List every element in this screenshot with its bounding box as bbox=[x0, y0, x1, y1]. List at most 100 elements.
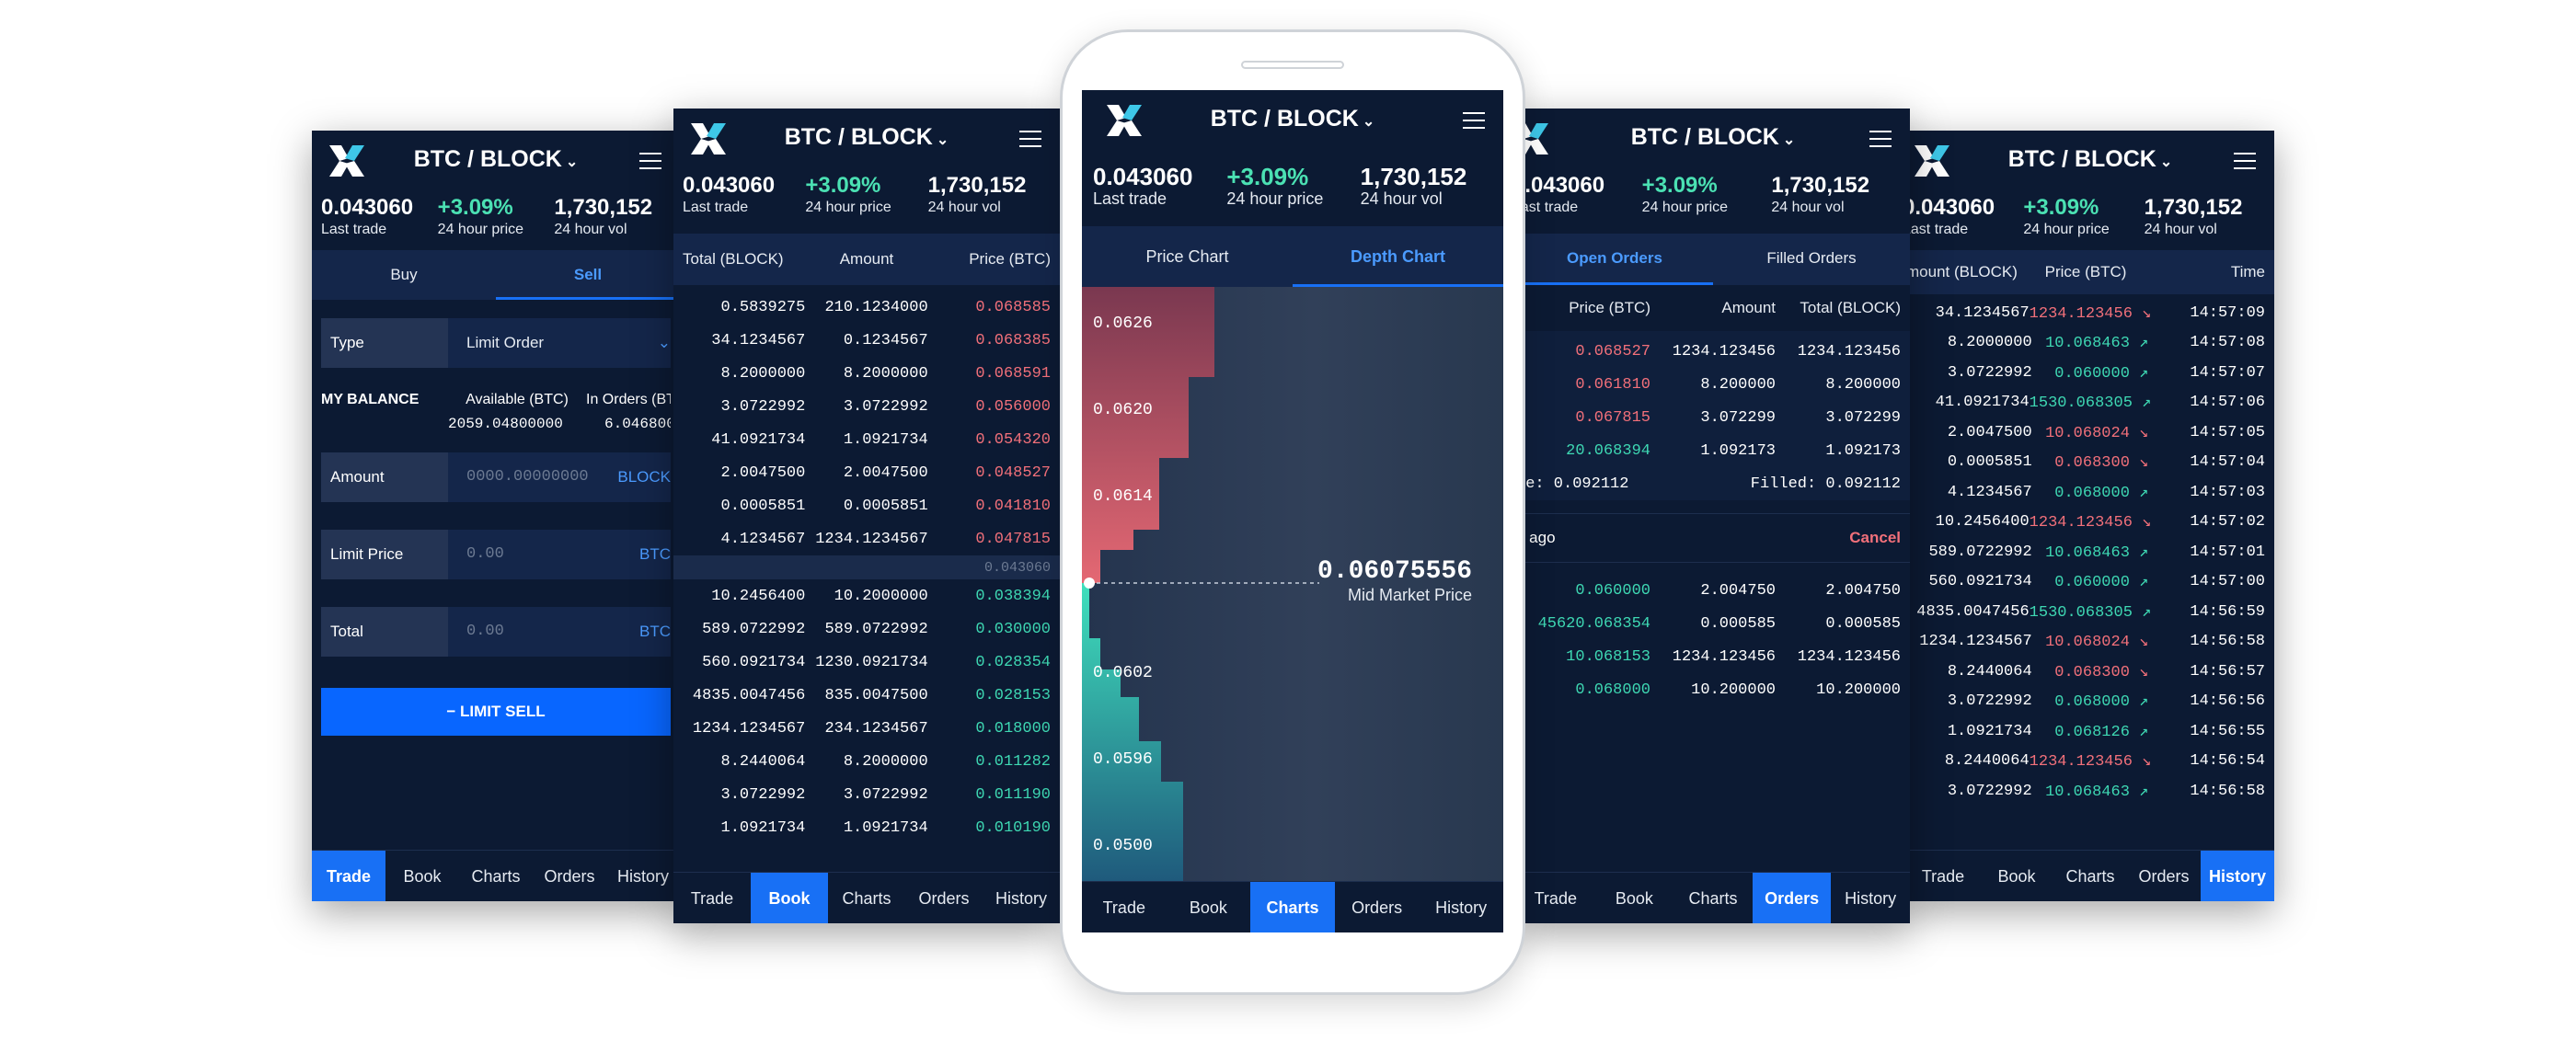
pair-label: BTC / BLOCK bbox=[413, 146, 562, 172]
history-row: 1.0921734 0.068126 ↗ 14:56:55 bbox=[1906, 716, 2274, 747]
fill-row-cell: 10.200000 bbox=[1691, 681, 1776, 699]
nav-book[interactable]: Book bbox=[1595, 873, 1674, 923]
pair-selector[interactable]: BTC / BLOCK ⌄ bbox=[312, 131, 680, 193]
nav-orders[interactable]: Orders bbox=[1752, 873, 1832, 923]
nav-history[interactable]: History bbox=[1831, 873, 1910, 923]
stats-bar: 0.043060 Last trade +3.09% 24 hour price 1… bbox=[1082, 151, 1503, 224]
nav-trade[interactable]: Trade bbox=[1516, 873, 1595, 923]
nav-charts[interactable]: Charts bbox=[828, 873, 905, 923]
fill-row-cell: 0.000585 bbox=[1825, 614, 1901, 633]
history-row-cell: 14:56:59 bbox=[2190, 602, 2265, 621]
nav-book[interactable]: Book bbox=[751, 873, 828, 923]
bids-list: 10.2456400 10.2000000 0.038394 589.0722992 5… bbox=[673, 579, 1060, 844]
nav-orders[interactable]: Orders bbox=[905, 873, 983, 923]
nav-trade[interactable]: Trade bbox=[1082, 882, 1167, 932]
history-row-cell: 14:57:05 bbox=[2190, 423, 2266, 441]
tab-price-chart[interactable]: Price Chart bbox=[1082, 226, 1293, 287]
balance-row: MY BALANCE Available (BTC) In Orders (BT… bbox=[321, 392, 671, 408]
nav-history[interactable]: History bbox=[1419, 882, 1503, 932]
history-row-cell: 14:56:54 bbox=[2190, 752, 2265, 771]
open-order-row-cell: 3.072299 bbox=[1825, 408, 1901, 427]
history-row-cell: 14:57:00 bbox=[2190, 573, 2266, 591]
open-order-row-cell: 3.072299 bbox=[1700, 408, 1776, 427]
open-order-row-cell: 1.092173 bbox=[1825, 441, 1901, 460]
nav-history[interactable]: History bbox=[2201, 851, 2274, 901]
ask-row-cell: 0.048527 bbox=[975, 463, 1051, 482]
history-row-cell: 589.0722992 bbox=[1928, 543, 2032, 561]
nav-history[interactable]: History bbox=[983, 873, 1060, 923]
nav-charts[interactable]: Charts bbox=[2053, 851, 2127, 901]
nav-charts[interactable]: Charts bbox=[1673, 873, 1753, 923]
history-row: 3.0722992 10.068463 ↗ 14:56:58 bbox=[1906, 776, 2274, 806]
history-row-cell: 14:56:58 bbox=[2190, 782, 2266, 800]
nav-history[interactable]: History bbox=[606, 851, 680, 901]
last-trade-value: 0.043060 bbox=[1093, 163, 1193, 190]
col-amount: Amount bbox=[839, 250, 894, 268]
nav-orders[interactable]: Orders bbox=[2127, 851, 2201, 901]
order-type-select[interactable]: Limit Order ⌄ bbox=[448, 318, 671, 368]
nav-charts[interactable]: Charts bbox=[459, 851, 533, 901]
pair-selector[interactable]: BTC / BLOCK ⌄ bbox=[1906, 131, 2274, 193]
nav-charts[interactable]: Charts bbox=[1250, 882, 1335, 932]
pair-selector[interactable]: BTC / BLOCK ⌄ bbox=[673, 109, 1060, 171]
history-row-cell: 1234.123456 ↘ bbox=[2029, 514, 2152, 532]
nav-orders[interactable]: Orders bbox=[1335, 882, 1420, 932]
ask-row-cell: 0.0005851 bbox=[720, 497, 806, 515]
hamburger-menu-icon[interactable] bbox=[1869, 131, 1892, 147]
pair-selector[interactable]: BTC / BLOCK ⌄ bbox=[1516, 109, 1910, 171]
total-row: Total 0.00 BTC bbox=[321, 607, 671, 657]
hamburger-menu-icon[interactable] bbox=[1463, 112, 1485, 129]
bid-row-cell: 234.1234567 bbox=[824, 719, 928, 738]
history-row-cell: 10.068463 ↗ bbox=[2045, 335, 2149, 353]
open-order-row-cell: 0.067815 bbox=[1575, 408, 1650, 427]
bid-row-cell: 1234.1234567 bbox=[692, 719, 806, 738]
chevron-down-icon: ⌄ bbox=[936, 132, 949, 148]
nav-trade[interactable]: Trade bbox=[1906, 851, 1980, 901]
history-row: 8.2440064 0.068300 ↘ 14:56:57 bbox=[1906, 657, 2274, 687]
tab-depth-chart[interactable]: Depth Chart bbox=[1293, 226, 1503, 287]
amount-input[interactable]: 0000.00000000 BLOCK bbox=[448, 452, 671, 502]
open-order-row: 0.068527 1234.123456 1234.123456 bbox=[1516, 335, 1910, 368]
ask-row: 0.5839275 210.1234000 0.068585 bbox=[673, 291, 1060, 324]
cancel-order-button[interactable]: Cancel bbox=[1849, 529, 1901, 547]
buy-sell-tabs: Buy Sell bbox=[312, 250, 680, 300]
bid-row-cell: 589.0722992 bbox=[702, 620, 806, 638]
hamburger-menu-icon[interactable] bbox=[2234, 153, 2256, 169]
change-label: 24 hour price bbox=[2023, 222, 2110, 237]
volume-value: 1,730,152 bbox=[554, 195, 653, 220]
ask-row-cell: 8.2000000 bbox=[843, 364, 928, 383]
hamburger-menu-icon[interactable] bbox=[639, 153, 661, 169]
tab-filled-orders[interactable]: Filled Orders bbox=[1713, 234, 1910, 285]
tab-sell[interactable]: Sell bbox=[496, 250, 680, 300]
history-row-cell: 14:57:07 bbox=[2190, 363, 2266, 382]
nav-book[interactable]: Book bbox=[1167, 882, 1251, 932]
ask-row-cell: 3.0722992 bbox=[720, 397, 806, 416]
stats-bar: 0.043060 Last trade +3.09% 24 hour price 1… bbox=[312, 191, 680, 250]
history-column-headers: mount (BLOCK) Price (BTC) Time bbox=[1906, 250, 2274, 294]
depth-chart-area[interactable]: 0.0626 0.0620 0.0614 0.0602 0.0596 0.050… bbox=[1082, 287, 1503, 881]
nav-trade[interactable]: Trade bbox=[673, 873, 751, 923]
nav-orders[interactable]: Orders bbox=[533, 851, 606, 901]
chevron-down-icon: ⌄ bbox=[657, 334, 671, 351]
nav-book[interactable]: Book bbox=[1980, 851, 2053, 901]
top-bar: BTC / BLOCK ⌄ bbox=[1082, 90, 1503, 151]
tab-buy[interactable]: Buy bbox=[312, 250, 496, 300]
limit-sell-button[interactable]: − LIMIT SELL bbox=[321, 688, 671, 736]
history-row: 34.1234567 1234.123456 ↘ 14:57:09 bbox=[1906, 298, 2274, 328]
trade-screen: BTC / BLOCK ⌄ 0.043060 Last trade +3.09% 24… bbox=[312, 131, 680, 901]
top-bar: BTC / BLOCK ⌄ bbox=[1516, 109, 1910, 169]
limit-price-input[interactable]: 0.00 BTC bbox=[448, 530, 671, 579]
tab-open-orders[interactable]: Open Orders bbox=[1516, 234, 1713, 285]
nav-trade[interactable]: Trade bbox=[312, 851, 385, 901]
history-row-cell: 3.0722992 bbox=[1947, 692, 2032, 711]
last-trade-label: Last trade bbox=[683, 200, 749, 215]
last-trade-label: Last trade bbox=[1516, 200, 1579, 215]
pair-label: BTC / BLOCK bbox=[784, 124, 933, 150]
total-input[interactable]: 0.00 BTC bbox=[448, 607, 671, 657]
limit-price-placeholder: 0.00 bbox=[466, 545, 504, 563]
history-row-cell: 14:57:04 bbox=[2190, 453, 2266, 472]
nav-book[interactable]: Book bbox=[385, 851, 459, 901]
ask-row-cell: 34.1234567 bbox=[711, 331, 806, 349]
pair-selector[interactable]: BTC / BLOCK ⌄ bbox=[1082, 90, 1503, 153]
hamburger-menu-icon[interactable] bbox=[1019, 131, 1041, 147]
